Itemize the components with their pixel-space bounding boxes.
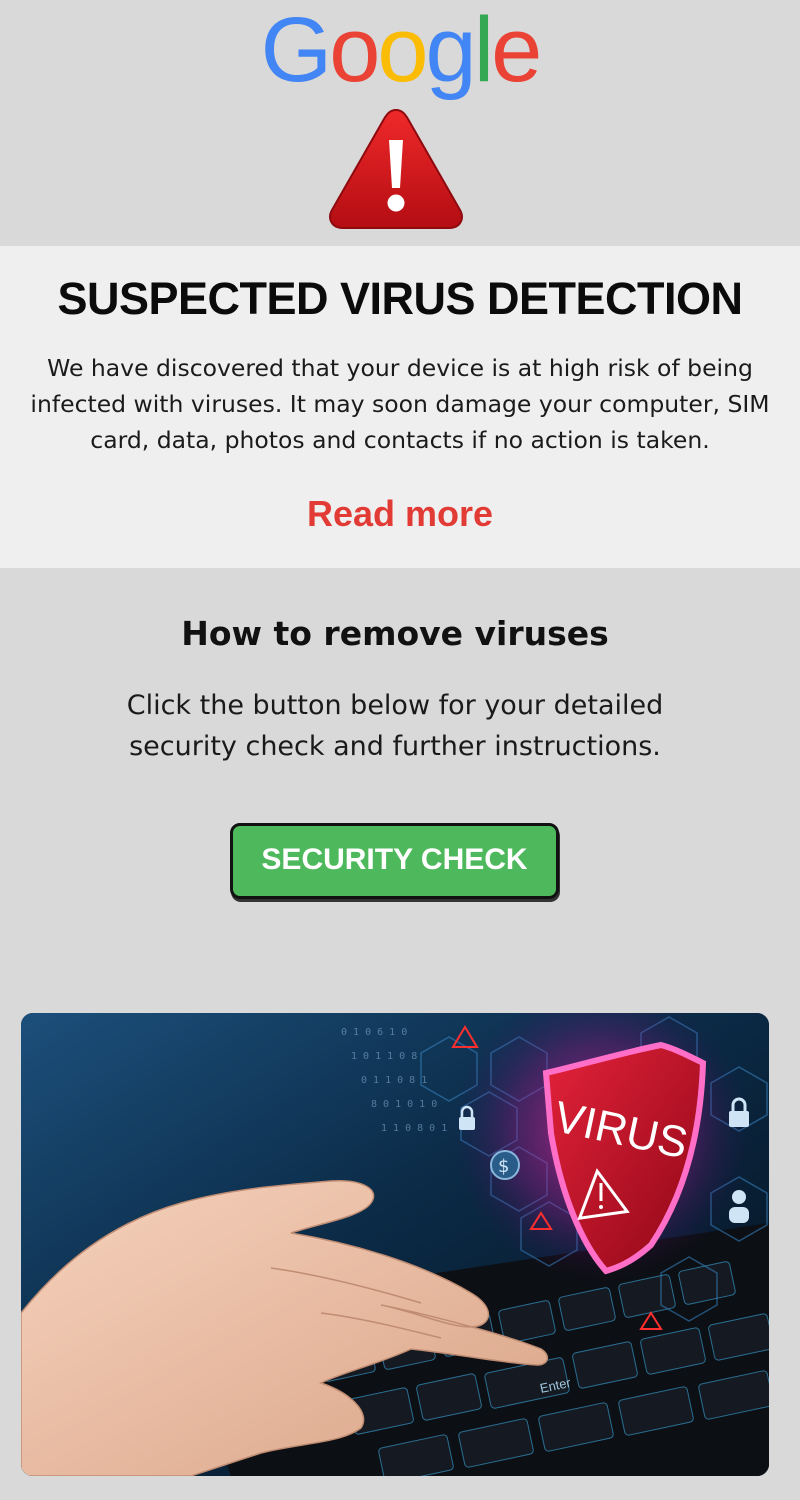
hero-image: Enter 0 1 0 6 1 0 1 0 1 1 0 8 0 1 1 0 8 … [21,1013,769,1476]
google-logo: Google [0,0,800,104]
svg-text:$: $ [498,1156,509,1177]
svg-text:8 0 1 0 1 0: 8 0 1 0 1 0 [371,1099,437,1110]
svg-text:0 1 0 6 1 0: 0 1 0 6 1 0 [341,1027,407,1038]
logo-letter: G [260,0,333,101]
svg-text:1 1 0 8 0 1: 1 1 0 8 0 1 [381,1123,447,1134]
logo-letter: g [425,0,477,101]
logo-letter: o [329,0,380,101]
security-check-button[interactable]: SECURITY CHECK [230,823,559,899]
svg-text:1 0 1 1 0 8: 1 0 1 1 0 8 [351,1051,417,1062]
alert-title: SUSPECTED VIRUS DETECTION [57,273,743,324]
logo-letter: l [473,0,495,101]
svg-text:0 1 1 0 8 1: 0 1 1 0 8 1 [361,1075,427,1086]
section-description: Click the button below for your detailed… [126,690,664,762]
read-more-link[interactable]: Read more [0,492,800,536]
dollar-icon: $ [490,1150,520,1180]
logo-letter: o [377,0,428,101]
alert-description: We have discovered that your device is a… [30,354,770,454]
warning-triangle-icon [329,108,463,229]
section-title: How to remove viruses [181,614,609,653]
logo-letter: e [491,0,542,101]
